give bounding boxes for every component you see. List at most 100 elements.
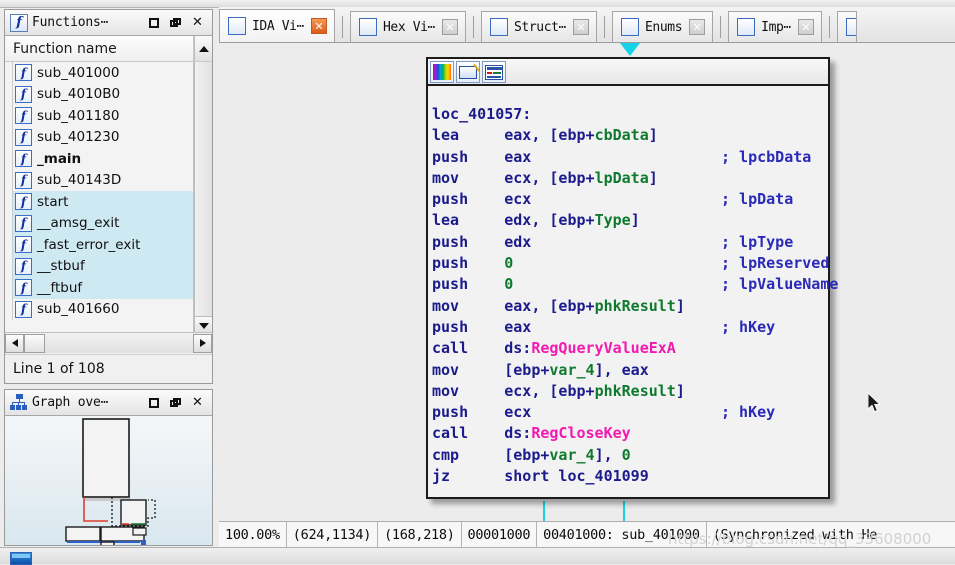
tab-partial-offscreen[interactable] <box>836 11 857 42</box>
row-gutter <box>5 298 13 320</box>
function-list-item[interactable]: f __ftbuf <box>5 277 193 299</box>
function-f-icon: f <box>15 64 32 82</box>
function-list-item[interactable]: f _fast_error_exit <box>5 234 193 256</box>
tab-structures[interactable]: Struct⋯ ✕ <box>481 11 597 42</box>
mouse-cursor-icon <box>868 393 881 413</box>
code-line[interactable]: mov ecx, [ebp+lpData] <box>432 168 828 189</box>
row-gutter <box>5 148 13 170</box>
functions-list[interactable]: f sub_401000 f sub_4010B0 f sub_401180 f sub_40… <box>5 62 194 334</box>
functions-column-header: Function name <box>5 36 212 62</box>
function-list-item[interactable]: f sub_401660 <box>5 298 193 320</box>
code-line[interactable]: push eax ; hKey <box>432 317 828 338</box>
function-list-item[interactable]: f sub_40143D <box>5 169 193 191</box>
scroll-right-button[interactable] <box>193 333 212 353</box>
status-sync: (Synchronized with He <box>712 526 878 543</box>
tab-close-icon[interactable]: ✕ <box>689 19 706 35</box>
code-line[interactable]: mov [ebp+var_4], eax <box>432 360 828 381</box>
scroll-up-button[interactable] <box>194 36 212 61</box>
enums-icon <box>621 18 639 36</box>
graph-overview-titlebar[interactable]: Graph ove⋯ ✕ <box>5 390 212 416</box>
disassembly-basic-block[interactable]: loc_401057: lea eax, [ebp+cbData] push eax… <box>426 57 881 499</box>
code-line[interactable]: mov eax, [ebp+phkResult] <box>432 296 828 317</box>
tab-imports[interactable]: Imp⋯ ✕ <box>728 11 822 42</box>
code-line[interactable]: push 0 ; lpReserved <box>432 253 829 274</box>
tab-separator <box>828 16 830 38</box>
tab-ida-view[interactable]: IDA Vi⋯ ✕ <box>219 9 335 42</box>
row-gutter <box>5 234 13 256</box>
functions-window-titlebar[interactable]: f Functions⋯ ✕ <box>5 10 212 36</box>
code-line[interactable]: cmp [ebp+var_4], 0 <box>432 445 828 466</box>
code-line[interactable]: mov ecx, [ebp+phkResult] <box>432 381 828 402</box>
graph-overview-canvas[interactable] <box>5 416 212 545</box>
function-list-item[interactable]: f sub_401180 <box>5 105 193 127</box>
function-f-icon: f <box>15 279 32 297</box>
structures-icon <box>490 18 508 36</box>
tab-label: Imp⋯ <box>761 19 791 35</box>
function-name-label: __stbuf <box>37 258 85 275</box>
edit-pencil-icon[interactable] <box>456 60 480 83</box>
function-list-item[interactable]: f sub_401230 <box>5 126 193 148</box>
maximize-button[interactable] <box>147 396 160 409</box>
restore-button[interactable] <box>169 16 182 29</box>
hscroll-thumb[interactable] <box>24 333 45 353</box>
chevron-left-icon <box>11 339 18 347</box>
tab-close-icon[interactable]: ✕ <box>797 19 814 35</box>
tab-enums[interactable]: Enums ✕ <box>612 11 714 42</box>
code-line[interactable]: lea edx, [ebp+Type] <box>432 210 828 231</box>
row-gutter <box>5 255 13 277</box>
code-line[interactable]: push eax ; lpcbData <box>432 147 828 168</box>
function-name-label: __ftbuf <box>37 279 83 296</box>
close-icon[interactable]: ✕ <box>191 16 204 29</box>
function-f-icon: f <box>10 13 28 32</box>
hscroll-track[interactable] <box>45 333 193 353</box>
code-line[interactable]: jz short loc_401099 <box>432 466 828 487</box>
functions-window-buttons: ✕ <box>147 16 210 29</box>
functions-window: f Functions⋯ ✕ Function name f sub_401000… <box>4 9 213 384</box>
function-list-item[interactable]: f _main <box>5 148 193 170</box>
disassembly-code[interactable]: loc_401057: lea eax, [ebp+cbData] push eax… <box>428 86 838 497</box>
ida-graph-view[interactable]: loc_401057: lea eax, [ebp+cbData] push eax… <box>219 43 955 521</box>
node-toolbar[interactable] <box>428 59 828 86</box>
function-f-icon: f <box>15 107 32 125</box>
function-list-item[interactable]: f __amsg_exit <box>5 212 193 234</box>
status-address: 00401000: sub_401000 <box>537 522 707 547</box>
function-f-icon: f <box>15 150 32 168</box>
functions-horizontal-scrollbar[interactable] <box>5 332 212 353</box>
tab-close-icon[interactable]: ✕ <box>573 19 589 35</box>
graph-overview-buttons: ✕ <box>147 396 210 409</box>
tab-hex-view[interactable]: Hex Vi⋯ ✕ <box>350 11 466 42</box>
code-line[interactable]: push ecx ; lpData <box>432 189 828 210</box>
output-window-icon <box>10 552 32 565</box>
code-line[interactable]: lea eax, [ebp+cbData] <box>432 125 828 146</box>
row-gutter <box>5 62 13 84</box>
close-icon[interactable]: ✕ <box>191 396 204 409</box>
scroll-left-button[interactable] <box>5 333 24 353</box>
color-palette-icon[interactable] <box>430 60 454 83</box>
hex-view-icon <box>359 18 377 36</box>
function-name-label: _main <box>37 150 82 167</box>
graph-layout-icon[interactable] <box>482 60 506 83</box>
partial-tab-icon <box>845 18 856 36</box>
maximize-button[interactable] <box>147 16 160 29</box>
code-line[interactable]: push ecx ; hKey <box>432 402 828 423</box>
function-name-label: sub_401230 <box>37 129 120 146</box>
function-list-item[interactable]: f sub_4010B0 <box>5 83 193 105</box>
function-list-item[interactable]: f sub_401000 <box>5 62 193 84</box>
function-f-icon: f <box>15 171 32 189</box>
code-line[interactable]: push 0 ; lpValueName <box>432 274 838 295</box>
function-f-icon: f <box>15 214 32 232</box>
view-tab-bar[interactable]: IDA Vi⋯ ✕ Hex Vi⋯ ✕ Struct⋯ ✕ Enums ✕ Imp⋯ ✕ <box>219 7 955 43</box>
code-line[interactable]: push edx ; lpType <box>432 232 828 253</box>
function-name-column-header[interactable]: Function name <box>5 36 194 61</box>
imports-icon <box>737 18 756 36</box>
function-list-item[interactable]: f start <box>5 191 193 213</box>
graph-overview-thumbnail <box>65 418 156 545</box>
code-line[interactable]: call ds:RegQueryValueExA <box>432 338 828 359</box>
tab-close-icon[interactable]: ✕ <box>311 18 327 34</box>
tab-close-icon[interactable]: ✕ <box>442 19 458 35</box>
functions-vertical-scrollbar[interactable] <box>194 62 212 334</box>
restore-button[interactable] <box>169 396 182 409</box>
status-graph-coords: (624,1134) <box>287 522 379 547</box>
function-list-item[interactable]: f __stbuf <box>5 255 193 277</box>
code-line[interactable]: call ds:RegCloseKey <box>432 423 828 444</box>
